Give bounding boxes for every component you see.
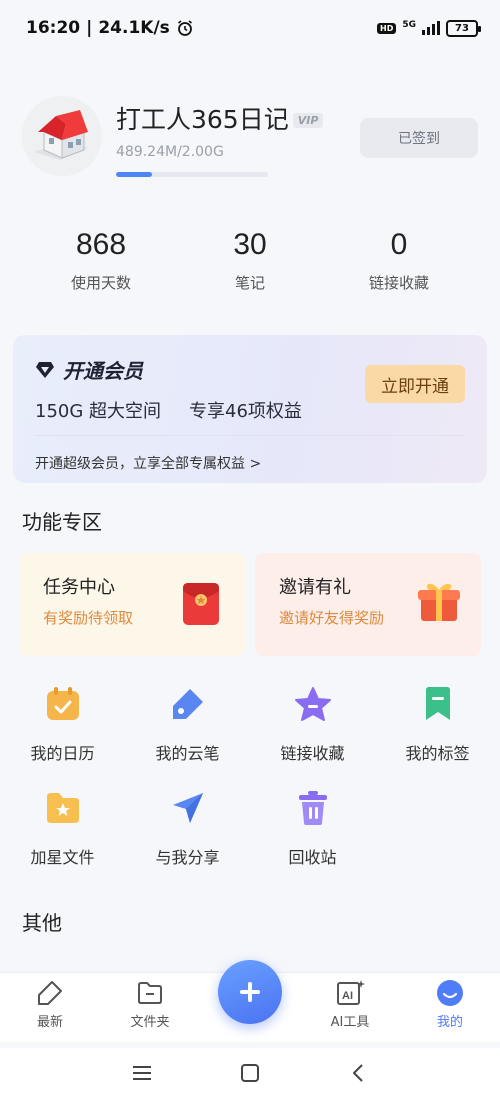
nav-label: 最新 [36,1015,63,1030]
stat-value: 0 [390,228,408,261]
vip-badge[interactable]: VIP [292,112,324,128]
system-navigation-bar [0,1048,500,1097]
storage-progress-bar [116,172,268,177]
section-title-features: 功能专区 [22,510,102,534]
nav-label: 文件夹 [130,1015,170,1030]
menu-icon[interactable] [127,1062,157,1084]
starred-folder-icon [43,788,83,828]
grid-item-starred-files[interactable]: 加星文件 [0,788,125,878]
grid-item-shared-with-me[interactable]: 与我分享 [125,788,250,878]
stat-value: 868 [75,228,127,261]
pen-tag-icon [168,684,208,724]
feature-card-subtitle: 有奖励待领取 [43,609,134,627]
divider [35,435,465,436]
grid-item-recycle-bin[interactable]: 回收站 [250,788,375,878]
status-time: 16:20 [26,18,81,38]
vip-super-link[interactable]: 开通超级会员，立享全部专属权益 > [35,453,261,473]
send-icon [168,788,208,828]
grid-item-tags[interactable]: 我的标签 [375,684,500,774]
signal-icon [422,21,440,35]
house-avatar-icon [22,96,102,176]
status-speed: 24.1K/s [98,18,170,38]
vip-open-button[interactable]: 立即开通 [365,365,465,403]
nav-item-profile[interactable]: 我的 [400,979,500,1030]
feature-card-title: 邀请有礼 [279,577,351,598]
signin-button[interactable]: 已签到 [360,118,478,158]
task-center-card[interactable]: 任务中心 有奖励待领取 [19,553,245,656]
bookmark-icon [418,684,458,724]
add-button[interactable] [218,960,282,1024]
nav-item-ai-tools[interactable]: AI AI工具 [300,979,400,1030]
plus-icon [240,982,260,1002]
back-icon[interactable] [343,1062,373,1084]
vip-card[interactable]: 开通会员 150G 超大空间 专享46项权益 立即开通 开通超级会员，立享全部专… [13,335,487,483]
star-icon [293,684,333,724]
profile-icon [437,980,463,1006]
svg-text:AI: AI [342,990,353,1002]
stat-label: 笔记 [234,274,265,292]
trash-icon [293,788,333,828]
alarm-icon [177,20,192,36]
username-row: 打工人365日记 VIP [116,100,324,136]
feature-card-subtitle: 邀请好友得奖励 [279,609,385,627]
stat-value: 30 [233,228,267,261]
tag-icon [38,981,62,1005]
status-left: 16:20 | 24.1K/s [26,18,194,38]
grid-label: 我的日历 [30,744,95,763]
invite-card[interactable]: 邀请有礼 邀请好友得奖励 [255,553,481,656]
folder-icon [138,982,162,1004]
stat-label: 使用天数 [70,274,131,292]
grid-label: 回收站 [288,848,337,867]
vip-desc-benefits: 专享46项权益 [189,401,302,422]
nav-item-latest[interactable]: 最新 [0,979,100,1030]
vip-desc-storage: 150G 超大空间 [35,401,162,422]
grid-item-calendar[interactable]: 我的日历 [0,684,125,774]
nav-label: 我的 [436,1015,463,1030]
vip-title-row: 开通会员 [35,355,143,384]
calendar-icon [43,684,83,724]
status-bar: 16:20 | 24.1K/s HD 5G 73 [0,0,500,56]
home-icon[interactable] [235,1062,265,1084]
grid-label: 加星文件 [30,848,95,867]
network-label: 5G [402,20,416,30]
vip-description: 150G 超大空间 专享46项权益 [35,397,302,423]
nav-label: AI工具 [330,1015,370,1030]
red-envelope-icon [183,583,219,625]
status-right: HD 5G 73 [377,19,481,37]
storage-text: 489.24M/2.00G [116,144,224,160]
vip-title: 开通会员 [63,359,143,383]
grid-item-link-favorites[interactable]: 链接收藏 [250,684,375,774]
username[interactable]: 打工人365日记 [116,100,289,136]
avatar[interactable] [22,96,102,176]
feature-card-title: 任务中心 [43,577,115,598]
gift-box-icon [418,583,460,621]
profile-header: 打工人365日记 VIP 489.24M/2.00G 已签到 [22,96,478,186]
hd-icon: HD [377,22,397,34]
battery-icon: 73 [446,19,481,37]
ai-icon: AI [337,980,365,1005]
storage-progress-fill [116,172,153,177]
stat-days[interactable]: 868 使用天数 [18,228,184,293]
grid-label: 我的云笔 [155,744,220,763]
grid-label: 我的标签 [405,744,470,763]
stat-label: 链接收藏 [368,274,429,292]
battery-level: 73 [455,22,469,34]
grid-label: 与我分享 [155,848,220,867]
status-separator: | [86,18,93,38]
stat-notes[interactable]: 30 笔记 [167,228,333,293]
stat-links[interactable]: 0 链接收藏 [316,228,482,293]
grid-label: 链接收藏 [280,744,345,763]
diamond-icon [36,361,54,378]
grid-item-cloud-pen[interactable]: 我的云笔 [125,684,250,774]
stats-row: 868 使用天数 30 笔记 0 链接收藏 [0,228,500,308]
nav-item-folders[interactable]: 文件夹 [100,979,200,1030]
section-title-other: 其他 [22,911,62,935]
